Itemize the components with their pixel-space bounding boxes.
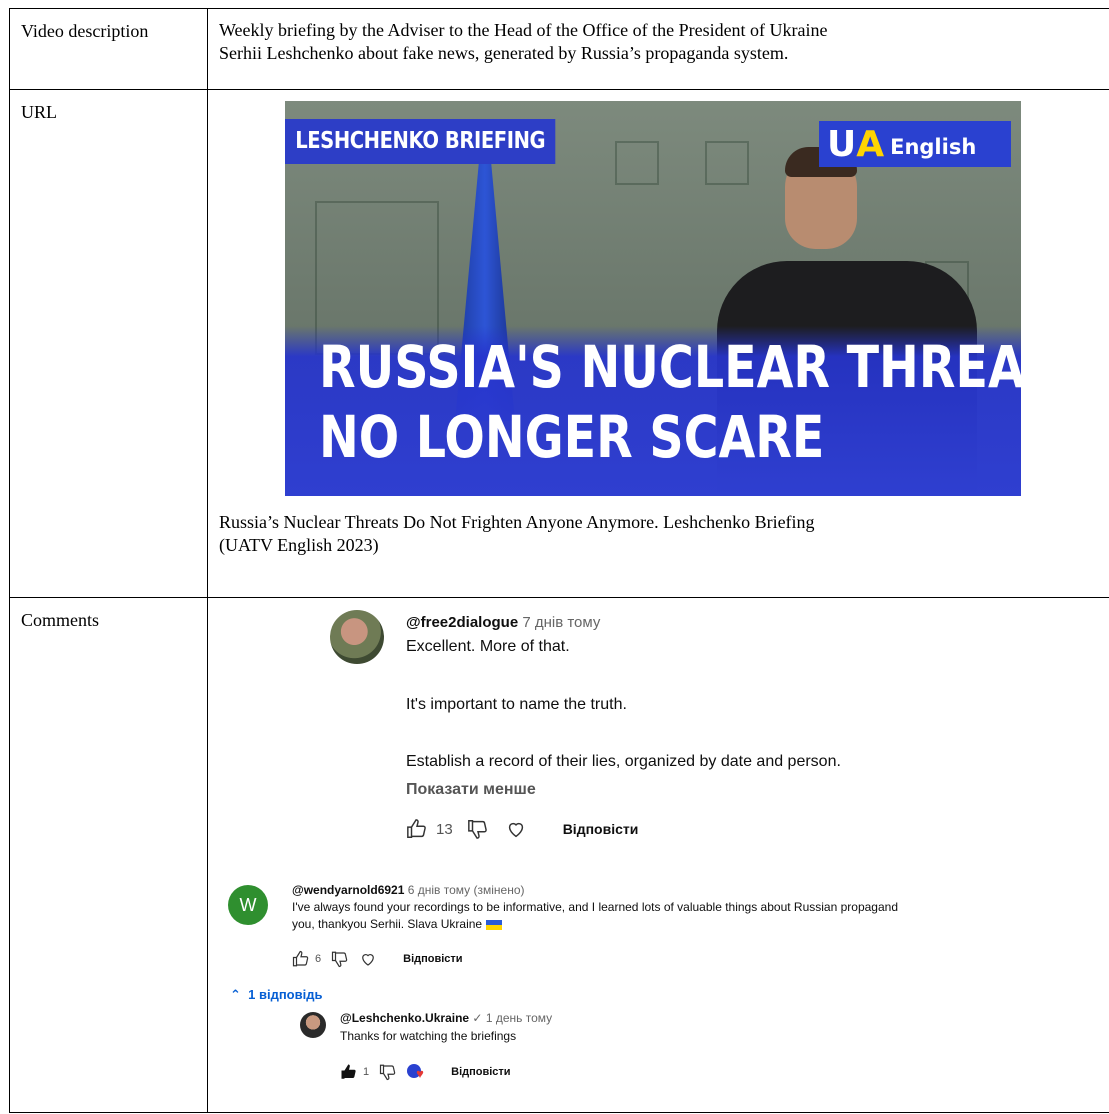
comment-time: 7 днів тому (522, 614, 601, 631)
heart-icon[interactable] (359, 950, 377, 968)
caption-line1: Russia’s Nuclear Threats Do Not Frighten… (219, 512, 815, 532)
logo-english: English (890, 135, 977, 159)
comment-time: 1 день тому (485, 1011, 553, 1025)
url-cell: LESHCHENKO BRIEFING U A English RUSSIA'S… (208, 90, 1109, 598)
comment-text: It's important to name the truth. (406, 696, 627, 713)
info-table: Video description Weekly briefing by the… (9, 8, 1109, 1113)
show-less-link[interactable]: Показати менше (406, 781, 536, 799)
author-name[interactable]: @free2dialogue (406, 614, 518, 631)
creator-heart-icon: ♥ (407, 1063, 429, 1081)
thumbs-down-icon[interactable] (331, 950, 349, 968)
briefing-badge: LESHCHENKO BRIEFING (285, 119, 556, 164)
comment-actions: 6 Відповісти (292, 950, 463, 968)
comment-text: I've always found your recordings to be … (292, 900, 898, 914)
caption-line2: (UATV English 2023) (219, 535, 379, 555)
comments-label: Comments (10, 598, 208, 1113)
comment-text-line2: you, thankyou Serhii. Slava Ukraine (292, 917, 503, 931)
thumbs-up-filled-icon[interactable] (340, 1063, 358, 1081)
logo-u: U (827, 123, 857, 165)
comments-cell: @free2dialogue 7 днів тому Excellent. Mo… (208, 598, 1109, 1113)
reply-button[interactable]: Відповісти (563, 821, 639, 837)
avatar[interactable] (300, 1012, 326, 1038)
like-count: 6 (315, 953, 322, 965)
url-label: URL (10, 90, 208, 598)
wall-panel (615, 141, 659, 185)
video-caption: Russia’s Nuclear Threats Do Not Frighten… (219, 511, 1079, 557)
reply-button[interactable]: Відповісти (451, 1066, 510, 1078)
description-text-line2: Serhii Leshchenko about fake news, gener… (219, 43, 789, 63)
comment-text: Establish a record of their lies, organi… (406, 753, 841, 770)
comment-text: Thanks for watching the briefings (340, 1029, 517, 1043)
video-thumbnail[interactable]: LESHCHENKO BRIEFING U A English RUSSIA'S… (285, 101, 1021, 496)
avatar[interactable] (330, 610, 384, 664)
ukraine-flag-icon (486, 919, 503, 930)
comment-author[interactable]: @Leshchenko.Ukraine ✓ 1 день тому (340, 1011, 552, 1025)
replies-count: 1 відповідь (248, 987, 323, 1002)
ua-english-logo: U A English (819, 121, 1011, 167)
description-text-line1: Weekly briefing by the Adviser to the He… (219, 20, 828, 40)
avatar[interactable]: W (228, 885, 268, 925)
author-name[interactable]: @wendyarnold6921 (292, 883, 404, 897)
comment-actions: 1 ♥ Відповісти (340, 1063, 511, 1081)
thumbs-down-icon[interactable] (467, 818, 489, 840)
comment-time: 6 днів тому (змінено) (407, 883, 525, 897)
replies-toggle[interactable]: ⌃ 1 відповідь (230, 987, 322, 1003)
wall-panel (705, 141, 749, 185)
headline-line1: RUSSIA'S NUCLEAR THREATS (319, 333, 1021, 401)
thumbs-up-icon[interactable] (292, 950, 310, 968)
author-name[interactable]: @Leshchenko.Ukraine (340, 1011, 469, 1025)
thumbs-down-icon[interactable] (379, 1063, 397, 1081)
like-count: 13 (436, 820, 453, 838)
verified-check-icon: ✓ (472, 1011, 483, 1025)
comment-author[interactable]: @wendyarnold6921 6 днів тому (змінено) (292, 883, 525, 897)
description-cell: Weekly briefing by the Adviser to the He… (208, 9, 1109, 90)
description-label: Video description (10, 9, 208, 90)
thumbs-up-icon[interactable] (406, 818, 428, 840)
chevron-up-icon: ⌃ (230, 987, 249, 1002)
heart-icon[interactable] (505, 818, 527, 840)
comment-author[interactable]: @free2dialogue 7 днів тому (406, 614, 600, 631)
like-count: 1 (363, 1066, 370, 1078)
comment-text: you, thankyou Serhii. Slava Ukraine (292, 917, 483, 931)
comment-actions: 13 Відповісти (406, 818, 638, 840)
headline-line2: NO LONGER SCARE (319, 403, 825, 471)
logo-a: A (856, 123, 885, 165)
comment-text: Excellent. More of that. (406, 638, 570, 655)
reply-button[interactable]: Відповісти (403, 953, 462, 965)
